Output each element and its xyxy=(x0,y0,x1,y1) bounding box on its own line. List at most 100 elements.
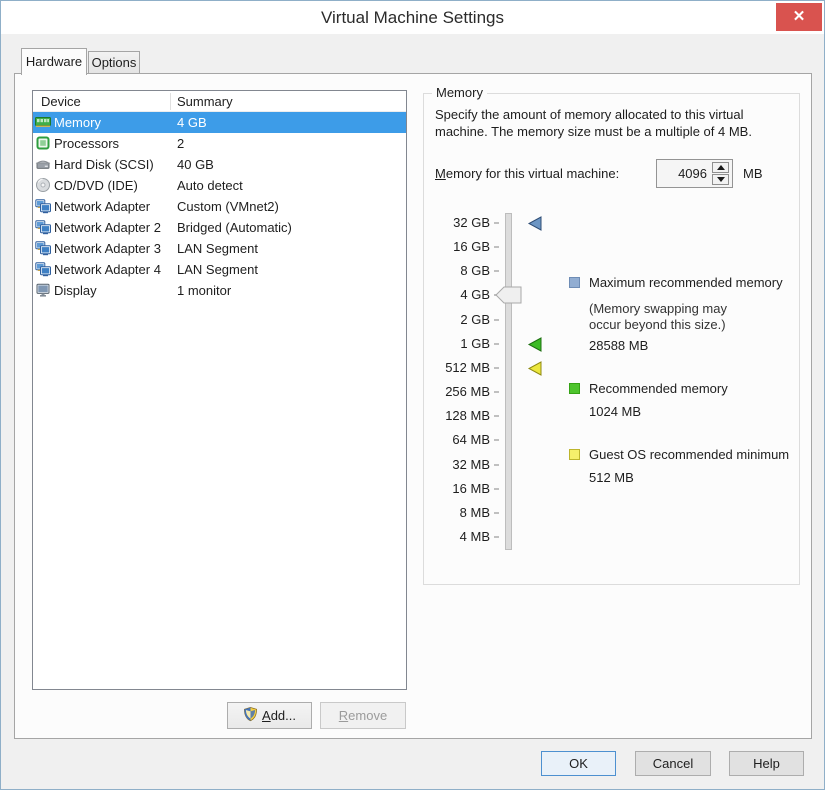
device-summary: Auto detect xyxy=(177,178,243,193)
scale-tick xyxy=(494,463,499,466)
device-name: Display xyxy=(54,283,97,298)
legend-title: Maximum recommended memory xyxy=(589,275,783,290)
scale-label: 128 MB xyxy=(445,408,490,424)
memory-slider-track[interactable] xyxy=(505,213,512,550)
device-name: Network Adapter 4 xyxy=(54,262,161,277)
device-list-header: Device Summary xyxy=(33,91,406,112)
add-button-label: Add... xyxy=(262,708,296,723)
spin-up-icon[interactable] xyxy=(712,162,729,173)
cancel-button[interactable]: Cancel xyxy=(635,751,711,776)
legend-value: 1024 MB xyxy=(589,404,642,419)
device-name: CD/DVD (IDE) xyxy=(54,178,138,193)
device-summary: 4 GB xyxy=(177,115,207,130)
maximum-memory-marker-icon xyxy=(527,216,543,231)
device-row[interactable]: Network Adapter 3 LAN Segment xyxy=(33,238,406,259)
device-summary: 1 monitor xyxy=(177,283,232,298)
display-icon xyxy=(35,282,51,298)
scale-label: 1 GB xyxy=(460,335,490,351)
scale-tick xyxy=(494,246,499,249)
legend-note: (Memory swapping may xyxy=(589,301,727,316)
scale-tick xyxy=(494,535,499,538)
legend-note: occur beyond this size.) xyxy=(589,317,726,332)
memory-unit-label: MB xyxy=(743,166,763,181)
add-device-button[interactable]: Add... xyxy=(227,702,312,729)
spin-down-icon[interactable] xyxy=(712,174,729,185)
network-adapter-icon xyxy=(35,261,51,277)
memory-value-input[interactable] xyxy=(657,160,711,187)
network-adapter-icon xyxy=(35,198,51,214)
device-row[interactable]: Hard Disk (SCSI) 40 GB xyxy=(33,154,406,175)
device-row[interactable]: Memory 4 GB xyxy=(33,112,406,133)
tab-hardware[interactable]: Hardware xyxy=(21,48,87,75)
device-row[interactable]: Network Adapter 4 LAN Segment xyxy=(33,259,406,280)
device-summary: 40 GB xyxy=(177,157,214,172)
column-header-device: Device xyxy=(41,94,81,109)
scale-label: 32 GB xyxy=(453,215,490,230)
scale-label: 4 MB xyxy=(459,528,490,544)
spinner-buttons xyxy=(711,160,730,187)
device-name: Network Adapter 2 xyxy=(54,220,161,235)
close-icon[interactable]: ✕ xyxy=(776,3,822,31)
memory-field-label: Memory for this virtual machine: xyxy=(435,166,620,181)
memory-description: Specify the amount of memory allocated t… xyxy=(435,107,752,139)
scale-label: 2 GB xyxy=(460,311,490,327)
device-name: Hard Disk (SCSI) xyxy=(54,157,154,172)
scale-label: 16 MB xyxy=(452,480,490,496)
virtual-machine-settings-dialog: Virtual Machine Settings ✕ Hardware Opti… xyxy=(0,0,825,790)
device-name: Memory xyxy=(54,115,101,130)
dialog-title: Virtual Machine Settings xyxy=(320,8,504,27)
hardware-tab-panel: Device Summary Memory 4 GB Processors 2 Hard… xyxy=(14,73,812,739)
scale-tick xyxy=(494,318,499,321)
memory-spinner xyxy=(656,159,733,188)
memory-slider-handle[interactable] xyxy=(495,285,523,305)
tab-options[interactable]: Options xyxy=(88,51,140,74)
scale-tick xyxy=(494,439,499,442)
device-row[interactable]: Processors 2 xyxy=(33,133,406,154)
scale-label: 64 MB xyxy=(452,432,490,448)
remove-device-button[interactable]: Remove xyxy=(320,702,406,729)
scale-label: 8 GB xyxy=(460,263,490,279)
device-row[interactable]: Network Adapter Custom (VMnet2) xyxy=(33,196,406,217)
help-button[interactable]: Help xyxy=(729,751,804,776)
memory-groupbox-label: Memory xyxy=(432,85,487,100)
legend-value: 28588 MB xyxy=(589,338,649,353)
uac-shield-icon xyxy=(243,706,258,725)
scale-tick xyxy=(494,342,499,345)
scale-tick xyxy=(494,391,499,394)
scale-tick xyxy=(494,511,499,514)
column-divider xyxy=(170,93,171,110)
device-row[interactable]: Display 1 monitor xyxy=(33,280,406,301)
device-summary: Bridged (Automatic) xyxy=(177,220,292,235)
device-name: Network Adapter 3 xyxy=(54,241,161,256)
network-adapter-icon xyxy=(35,219,51,235)
maximum-recommended-memory-swatch xyxy=(569,277,580,288)
scale-label: 8 MB xyxy=(459,504,490,520)
processor-icon xyxy=(35,135,51,151)
legend-title: Guest OS recommended minimum xyxy=(589,447,790,462)
network-adapter-icon xyxy=(35,240,51,256)
legend-title: Recommended memory xyxy=(589,381,728,396)
ok-button[interactable]: OK xyxy=(541,751,616,776)
minimum-memory-marker-icon xyxy=(527,361,543,376)
recommended-memory-swatch xyxy=(569,383,580,394)
scale-tick xyxy=(494,487,499,490)
device-rows: Memory 4 GB Processors 2 Hard Disk (SCSI) 40 … xyxy=(33,112,406,301)
hard-disk-icon xyxy=(35,156,51,172)
legend-value: 512 MB xyxy=(589,470,634,485)
scale-label: 4 GB xyxy=(460,287,490,303)
device-row[interactable]: Network Adapter 2 Bridged (Automatic) xyxy=(33,217,406,238)
scale-tick xyxy=(494,415,499,418)
scale-tick xyxy=(494,270,499,273)
device-list: Device Summary Memory 4 GB Processors 2 Hard… xyxy=(32,90,407,690)
scale-tick xyxy=(494,366,499,369)
scale-label: 32 MB xyxy=(452,456,490,472)
scale-label: 512 MB xyxy=(445,359,490,375)
device-row[interactable]: CD/DVD (IDE) Auto detect xyxy=(33,175,406,196)
scale-label: 256 MB xyxy=(445,384,490,400)
remove-button-label: Remove xyxy=(338,708,388,723)
cd-dvd-icon xyxy=(35,177,51,193)
scale-label: 16 GB xyxy=(453,239,490,255)
device-summary: 2 xyxy=(177,136,185,151)
titlebar: Virtual Machine Settings ✕ xyxy=(1,1,824,34)
scale-tick xyxy=(494,222,499,224)
